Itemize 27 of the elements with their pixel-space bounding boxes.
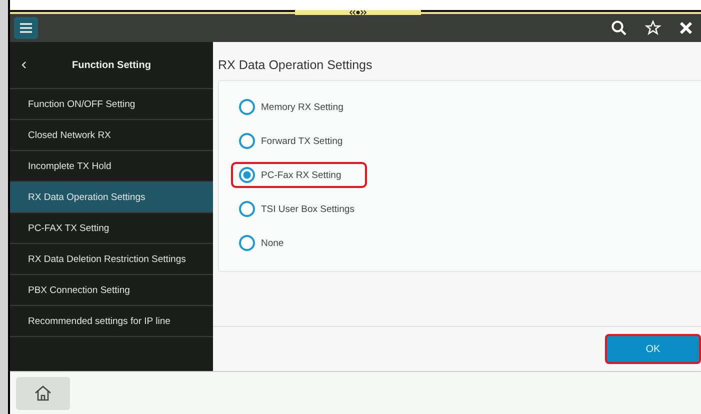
home-icon	[34, 385, 52, 401]
radio-option[interactable]: Memory RX Setting	[231, 94, 367, 120]
radio-button[interactable]	[239, 99, 255, 115]
close-icon[interactable]	[679, 21, 693, 35]
sidebar-title: Function Setting	[71, 60, 152, 70]
star-icon[interactable]	[645, 20, 661, 36]
radio-button[interactable]	[239, 133, 255, 149]
option-label: Forward TX Setting	[261, 136, 343, 146]
radio-option[interactable]: Forward TX Setting	[231, 128, 367, 154]
option-label: None	[261, 238, 284, 248]
sidebar-item[interactable]: RX Data Operation Settings	[10, 182, 213, 213]
radio-button[interactable]	[239, 235, 255, 251]
option-label: PC-Fax RX Setting	[261, 170, 342, 180]
radio-option[interactable]: PC-Fax RX Setting	[231, 162, 367, 188]
home-button[interactable]	[16, 376, 70, 410]
menu-icon	[20, 23, 32, 33]
radio-button[interactable]	[239, 167, 255, 183]
radio-option[interactable]: None	[231, 230, 367, 256]
menu-button[interactable]	[14, 17, 38, 39]
handle-icon[interactable]	[295, 10, 421, 15]
panel-title: RX Data Operation Settings	[217, 57, 374, 74]
option-label: TSI User Box Settings	[261, 204, 354, 214]
radio-option[interactable]: TSI User Box Settings	[231, 196, 367, 222]
radio-button[interactable]	[239, 201, 255, 217]
back-icon[interactable]	[21, 61, 27, 69]
option-label: Memory RX Setting	[261, 102, 344, 112]
search-icon[interactable]	[611, 20, 627, 36]
